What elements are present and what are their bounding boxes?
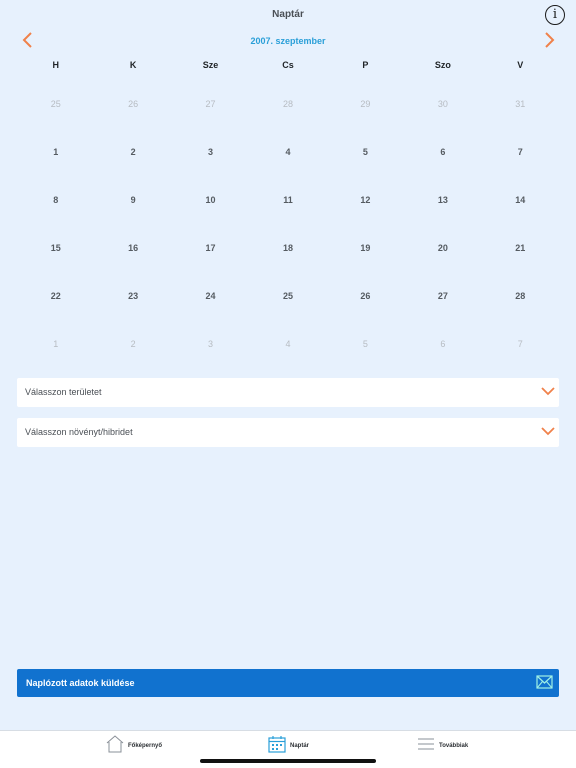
home-icon <box>106 735 124 753</box>
calendar-day[interactable]: 4 <box>249 336 326 384</box>
calendar-day[interactable]: 17 <box>172 240 249 288</box>
calendar-day[interactable]: 2 <box>94 144 171 192</box>
calendar-day[interactable]: 4 <box>249 144 326 192</box>
send-logged-data-button[interactable]: Naplózott adatok küldése <box>17 669 559 697</box>
calendar-day[interactable]: 22 <box>17 288 94 336</box>
calendar-day[interactable]: 10 <box>172 192 249 240</box>
calendar-day[interactable]: 6 <box>404 336 481 384</box>
tab-calendar-label: Naptár <box>290 743 310 749</box>
calendar-week: 22 23 24 25 26 27 28 <box>17 288 559 336</box>
tab-more[interactable]: Továbbiak <box>417 731 477 761</box>
calendar-day[interactable]: 5 <box>327 144 404 192</box>
weekday-label: Szo <box>434 60 451 70</box>
calendar-day[interactable]: 26 <box>327 288 404 336</box>
calendar-week: 8 9 10 11 12 13 14 <box>17 192 559 240</box>
tab-home[interactable]: Főképernyő <box>106 731 166 761</box>
send-button-label: Naplózott adatok küldése <box>26 678 135 688</box>
chevron-down-icon <box>541 427 555 436</box>
calendar-day[interactable]: 24 <box>172 288 249 336</box>
calendar-week: 1 2 3 4 5 6 7 <box>17 144 559 192</box>
calendar-day[interactable]: 15 <box>17 240 94 288</box>
home-indicator <box>200 759 376 763</box>
calendar-day[interactable]: 6 <box>404 144 481 192</box>
plant-select-label: Válasszon növényt/hibridet <box>25 427 133 437</box>
tab-calendar[interactable]: Naptár <box>268 731 318 761</box>
weekday-label: Sze <box>202 60 219 70</box>
calendar-day[interactable]: 27 <box>172 96 249 144</box>
area-select-label: Válasszon területet <box>25 387 102 397</box>
tab-more-label: Továbbiak <box>439 743 469 749</box>
tab-home-label: Főképernyő <box>128 743 163 749</box>
weekday-header: H K Sze Cs P Szo V <box>17 60 559 72</box>
calendar-day[interactable]: 9 <box>94 192 171 240</box>
calendar-grid: 25 26 27 28 29 30 31 1 2 3 4 5 6 7 8 9 1… <box>17 96 559 384</box>
calendar-day[interactable]: 3 <box>172 336 249 384</box>
calendar-day[interactable]: 26 <box>94 96 171 144</box>
header: Naptár i <box>0 0 576 30</box>
calendar-week: 15 16 17 18 19 20 21 <box>17 240 559 288</box>
calendar-day[interactable]: 28 <box>482 288 559 336</box>
menu-icon <box>418 738 434 750</box>
calendar-day[interactable]: 18 <box>249 240 326 288</box>
calendar-day[interactable]: 2 <box>94 336 171 384</box>
calendar-day[interactable]: 21 <box>482 240 559 288</box>
calendar-day[interactable]: 23 <box>94 288 171 336</box>
page-title: Naptár <box>272 9 304 20</box>
calendar-day[interactable]: 30 <box>404 96 481 144</box>
calendar-day[interactable]: 7 <box>482 336 559 384</box>
info-icon[interactable]: i <box>545 5 565 25</box>
calendar-day[interactable]: 8 <box>17 192 94 240</box>
calendar-week: 1 2 3 4 5 6 7 <box>17 336 559 384</box>
calendar-day[interactable]: 29 <box>327 96 404 144</box>
chevron-right-icon[interactable] <box>541 31 557 49</box>
weekday-label: H <box>52 60 59 70</box>
calendar-day[interactable]: 25 <box>17 96 94 144</box>
mail-icon <box>536 675 553 689</box>
calendar-day[interactable]: 12 <box>327 192 404 240</box>
calendar-day[interactable]: 16 <box>94 240 171 288</box>
calendar-day[interactable]: 5 <box>327 336 404 384</box>
weekday-label: P <box>362 60 369 70</box>
calendar-day[interactable]: 20 <box>404 240 481 288</box>
calendar-day[interactable]: 13 <box>404 192 481 240</box>
calendar-day[interactable]: 31 <box>482 96 559 144</box>
calendar-icon <box>268 736 286 753</box>
calendar-day[interactable]: 28 <box>249 96 326 144</box>
calendar-day[interactable]: 1 <box>17 144 94 192</box>
calendar-day[interactable]: 7 <box>482 144 559 192</box>
plant-select[interactable]: Válasszon növényt/hibridet <box>17 418 559 447</box>
calendar-day[interactable]: 3 <box>172 144 249 192</box>
chevron-down-icon <box>541 387 555 396</box>
calendar-day[interactable]: 25 <box>249 288 326 336</box>
calendar-day[interactable]: 19 <box>327 240 404 288</box>
weekday-label: V <box>517 60 524 70</box>
area-select[interactable]: Válasszon területet <box>17 378 559 407</box>
calendar-day[interactable]: 1 <box>17 336 94 384</box>
month-label: 2007. szeptember <box>250 36 326 46</box>
calendar-week: 25 26 27 28 29 30 31 <box>17 96 559 144</box>
calendar-day[interactable]: 14 <box>482 192 559 240</box>
weekday-label: Cs <box>282 60 294 70</box>
calendar-day[interactable]: 27 <box>404 288 481 336</box>
calendar-day[interactable]: 11 <box>249 192 326 240</box>
weekday-label: K <box>129 60 137 70</box>
